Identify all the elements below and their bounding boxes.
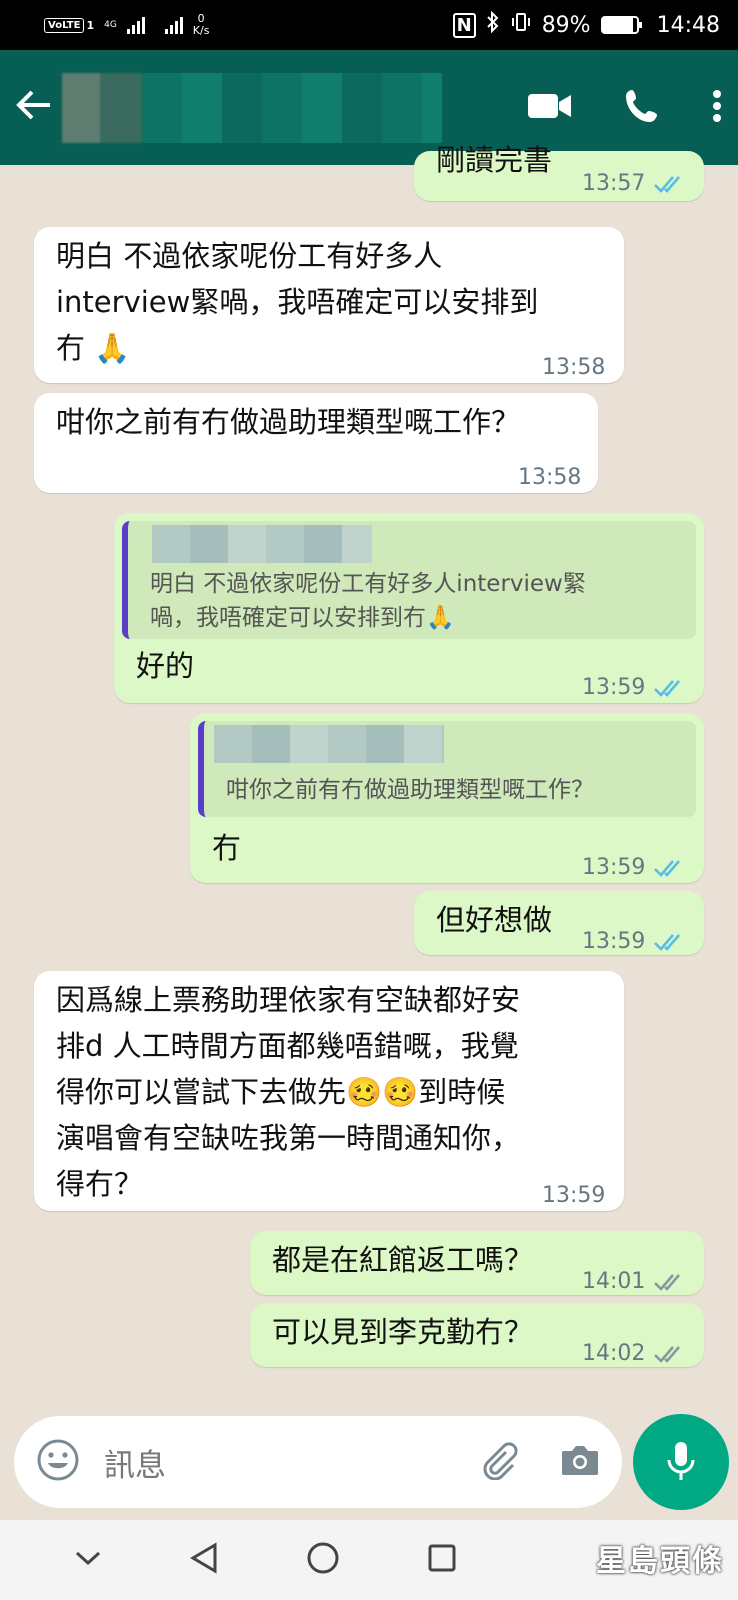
message-time: 13:58	[518, 455, 581, 501]
clock: 14:48	[656, 12, 720, 38]
message-line-text: 得你可以嘗試下去做先	[56, 1075, 347, 1109]
bluetooth-icon	[486, 10, 500, 39]
message-line: interview緊喎，我唔確定可以安排到	[56, 285, 539, 319]
back-triangle-icon[interactable]	[189, 1542, 219, 1578]
arrow-left-icon[interactable]	[16, 85, 56, 131]
quote-line: 明白 不過依家呢份工有好多人interview緊	[150, 571, 586, 597]
time-text: 13:59	[582, 675, 646, 700]
time-text: 13:57	[582, 171, 646, 196]
chevron-down-icon[interactable]	[74, 1549, 102, 1571]
time-text: 13:59	[582, 929, 646, 954]
quote-line: 喎，我唔確定可以安排到冇🙏	[150, 605, 455, 631]
message-text: 剛讀完書	[436, 143, 553, 177]
vibrate-icon	[510, 11, 532, 39]
message-line: 明白 不過依家呢份工有好多人	[56, 239, 443, 273]
status-right: N 89% 14:48	[452, 10, 720, 39]
message-line: 得你可以嘗試下去做先🥴🥴到時候	[56, 1069, 505, 1115]
message-text: 但好想做	[436, 903, 553, 937]
message-time: 13:57	[582, 161, 687, 207]
message-line-text: 冇	[56, 331, 86, 365]
delivered-ticks-icon	[654, 1346, 681, 1363]
message-text: 好的	[136, 649, 195, 683]
message-text: 可以見到李克勤冇？	[272, 1315, 534, 1349]
video-call-icon[interactable]	[528, 92, 572, 124]
network-label: 4G	[104, 20, 117, 30]
message-time: 13:59	[582, 845, 687, 891]
read-ticks-icon	[654, 176, 681, 193]
message-incoming[interactable]: 因爲線上票務助理依家有空缺都好安 排d 人工時間方面都幾唔錯嘅，我覺 得你可以嘗…	[34, 971, 624, 1211]
read-ticks-icon	[654, 680, 681, 697]
quoted-message[interactable]: 咁你之前有冇做過助理類型嘅工作？	[198, 721, 696, 817]
message-time: 14:02	[582, 1331, 687, 1377]
quoted-author	[152, 525, 372, 563]
message-outgoing[interactable]: 明白 不過依家呢份工有好多人interview緊 喎，我唔確定可以安排到冇🙏 好…	[114, 513, 704, 703]
message-outgoing[interactable]: 但好想做 13:59	[414, 891, 704, 955]
message-outgoing[interactable]: 都是在紅館返工嗎？ 14:01	[250, 1231, 704, 1295]
signal-icon-2	[164, 16, 183, 34]
contact-avatar[interactable]	[62, 72, 142, 143]
time-text: 13:59	[582, 855, 646, 880]
message-incoming[interactable]: 明白 不過依家呢份工有好多人 interview緊喎，我唔確定可以安排到 冇 🙏…	[34, 227, 624, 383]
message-input[interactable]: 訊息	[104, 1440, 478, 1485]
status-bar: VoLTE 1 4G 0 K/s N 89% 14:48	[0, 0, 738, 50]
read-ticks-icon	[654, 934, 681, 951]
message-line: 因爲線上票務助理依家有空缺都好安	[56, 983, 521, 1017]
message-text: 都是在紅館返工嗎？	[272, 1243, 534, 1277]
time-text: 13:59	[542, 1183, 606, 1208]
speed-unit: K/s	[192, 24, 210, 37]
time-text: 14:02	[582, 1341, 646, 1366]
signal-icon	[126, 16, 145, 34]
message-time: 13:59	[582, 919, 687, 965]
mic-icon	[667, 1442, 695, 1480]
more-vert-icon[interactable]	[712, 89, 722, 127]
header-actions	[528, 88, 722, 128]
message-outgoing[interactable]: 剛讀完書 13:57	[414, 143, 704, 201]
time-text: 13:58	[518, 465, 582, 490]
phone-icon[interactable]	[624, 88, 660, 128]
message-outgoing[interactable]: 咁你之前有冇做過助理類型嘅工作？ 冇 13:59	[190, 713, 704, 883]
time-text: 13:58	[542, 355, 606, 380]
message-incoming[interactable]: 咁你之前有冇做過助理類型嘅工作？ 13:58	[34, 393, 598, 493]
message-text: 冇	[212, 831, 242, 865]
battery-icon	[600, 16, 642, 34]
message-time: 13:59	[582, 665, 687, 711]
mic-button[interactable]	[633, 1414, 729, 1510]
message-time: 13:58	[542, 345, 605, 391]
message-time: 14:01	[582, 1259, 687, 1305]
message-input-bar[interactable]: 訊息	[14, 1416, 622, 1508]
woozy-emoji: 🥴🥴	[346, 1075, 419, 1109]
nfc-icon: N	[452, 12, 476, 38]
contact-name[interactable]	[142, 72, 442, 143]
battery-fill	[602, 18, 633, 32]
message-time: 13:59	[542, 1173, 605, 1219]
time-text: 14:01	[582, 1269, 646, 1294]
chat-header	[0, 50, 738, 165]
message-line: 得冇？	[56, 1167, 144, 1201]
message-line-suffix: 到時候	[418, 1075, 506, 1109]
delivered-ticks-icon	[654, 1274, 681, 1291]
message-line: 冇 🙏	[56, 325, 130, 371]
network-type: 4G	[104, 20, 117, 30]
battery-percent: 89%	[541, 12, 591, 38]
message-outgoing[interactable]: 可以見到李克勤冇？ 14:02	[250, 1303, 704, 1367]
read-ticks-icon	[654, 860, 681, 877]
chat-area[interactable]: 剛讀完書 13:57 明白 不過依家呢份工有好多人 interview緊喎，我唔…	[0, 143, 738, 1415]
sim-number: 1	[86, 18, 95, 32]
camera-icon[interactable]	[560, 1443, 600, 1481]
emoji-icon[interactable]	[36, 1438, 80, 1486]
paperclip-icon[interactable]	[478, 1440, 518, 1484]
message-line: 排d 人工時間方面都幾唔錯嘅，我覺	[56, 1029, 519, 1063]
message-line: 演唱會有空缺咗我第一時間通知你，	[56, 1121, 521, 1155]
status-left: VoLTE 1 4G 0 K/s	[44, 13, 209, 37]
recents-square-icon[interactable]	[427, 1543, 457, 1577]
volte-badge: VoLTE	[44, 17, 85, 33]
quoted-message[interactable]: 明白 不過依家呢份工有好多人interview緊 喎，我唔確定可以安排到冇🙏	[122, 521, 696, 639]
home-circle-icon[interactable]	[306, 1541, 340, 1579]
pray-emoji: 🙏	[94, 331, 131, 365]
quoted-author	[214, 725, 444, 763]
quote-line: 咁你之前有冇做過助理類型嘅工作？	[226, 777, 594, 803]
message-text: 咁你之前有冇做過助理類型嘅工作？	[56, 405, 521, 439]
watermark: 星島頭條	[596, 1544, 724, 1579]
network-speed: 0 K/s	[193, 13, 210, 37]
